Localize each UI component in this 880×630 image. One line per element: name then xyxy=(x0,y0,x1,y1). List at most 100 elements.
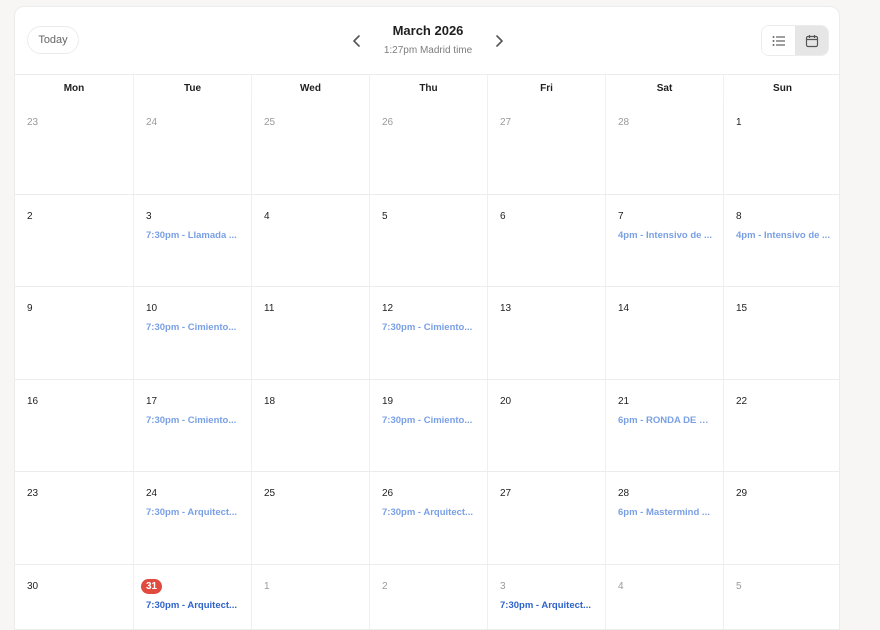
month-title: March 2026 xyxy=(392,23,464,38)
day-cell[interactable]: 25 xyxy=(251,472,369,564)
day-cell[interactable]: 24 xyxy=(133,101,251,194)
day-number: 23 xyxy=(27,488,39,499)
day-cell[interactable]: 5 xyxy=(369,194,487,286)
week-row: 9 10 7:30pm - Cimiento... 11 12 7:30pm - Cimi… xyxy=(15,286,839,379)
day-cell[interactable]: 23 xyxy=(15,101,133,194)
calendar-event[interactable]: 7:30pm - Cimiento... xyxy=(146,322,242,333)
day-cell[interactable]: 7 4pm - Intensivo de ... xyxy=(605,194,723,286)
day-cell[interactable]: 31 7:30pm - Arquitect... xyxy=(133,564,251,629)
calendar-event[interactable]: 7:30pm - Llamada ... xyxy=(146,230,242,241)
day-cell[interactable]: 9 xyxy=(15,287,133,379)
day-number: 1 xyxy=(736,117,742,128)
day-cell[interactable]: 1 xyxy=(723,101,839,194)
day-cell[interactable]: 22 xyxy=(723,379,839,471)
weekday-label: Mon xyxy=(63,82,85,94)
day-cell[interactable]: 26 7:30pm - Arquitect... xyxy=(369,472,487,564)
day-number: 19 xyxy=(382,395,394,407)
day-number: 18 xyxy=(264,395,276,407)
calendar-event[interactable]: 7:30pm - Arquitect... xyxy=(146,507,242,518)
timezone-text: 1:27pm Madrid time xyxy=(383,45,473,56)
day-number: 1 xyxy=(264,580,270,592)
day-cell[interactable]: 2 xyxy=(369,564,487,629)
day-cell[interactable]: 10 7:30pm - Cimiento... xyxy=(133,287,251,379)
day-cell[interactable]: 8 4pm - Intensivo de ... xyxy=(723,194,839,286)
calendar-event[interactable]: 4pm - Intensivo de ... xyxy=(618,230,714,241)
day-cell[interactable]: 3 7:30pm - Llamada ... xyxy=(133,194,251,286)
day-cell[interactable]: 4 xyxy=(251,194,369,286)
calendar-header: Today March 2026 1:27pm Madrid time xyxy=(15,7,839,74)
day-cell[interactable]: 5 xyxy=(723,564,839,629)
week-row: 16 17 7:30pm - Cimiento... 18 19 7:30pm - Cim… xyxy=(15,378,839,472)
day-cell[interactable]: 11 xyxy=(251,287,369,379)
day-number: 28 xyxy=(618,488,630,499)
next-month-button[interactable] xyxy=(491,33,507,49)
day-number: 2 xyxy=(382,580,388,592)
day-cell[interactable]: 27 xyxy=(487,101,605,194)
today-date-badge: 31 xyxy=(141,578,163,594)
day-cell[interactable]: 28 6pm - Mastermind ... xyxy=(605,472,723,564)
day-cell[interactable]: 3 7:30pm - Arquitect... xyxy=(487,564,605,629)
day-number: 26 xyxy=(382,488,394,499)
day-cell[interactable]: 30 xyxy=(15,565,133,630)
day-cell[interactable]: 23 xyxy=(15,472,133,564)
day-number: 26 xyxy=(382,117,394,128)
day-number: 24 xyxy=(146,488,158,499)
month-grid: 23 24 25 26 27 28 1 2 3 7:30pm - Llamada ... 4 5 6 7 4… xyxy=(15,101,839,630)
day-cell[interactable]: 20 xyxy=(487,379,605,471)
day-number: 4 xyxy=(618,580,624,592)
weekday-label: Sun xyxy=(723,75,839,101)
day-cell[interactable]: 1 xyxy=(251,564,369,629)
day-cell[interactable]: 14 xyxy=(605,287,723,379)
day-cell[interactable]: 2 xyxy=(15,195,133,287)
day-number: 15 xyxy=(736,303,748,314)
day-number: 4 xyxy=(264,210,270,222)
day-number: 11 xyxy=(264,303,275,314)
day-number: 25 xyxy=(264,488,276,499)
day-cell[interactable]: 17 7:30pm - Cimiento... xyxy=(133,379,251,471)
day-number: 6 xyxy=(500,210,506,222)
day-cell[interactable]: 27 xyxy=(487,472,605,564)
calendar-event[interactable]: 7:30pm - Cimiento... xyxy=(382,415,478,426)
day-number: 12 xyxy=(382,303,394,314)
calendar-card: Today March 2026 1:27pm Madrid time Mon … xyxy=(14,6,840,630)
day-cell[interactable]: 19 7:30pm - Cimiento... xyxy=(369,379,487,471)
calendar-event[interactable]: 6pm - Mastermind ... xyxy=(618,507,714,518)
month-view-button[interactable] xyxy=(795,26,828,55)
list-view-button[interactable] xyxy=(762,26,795,55)
day-cell[interactable]: 16 xyxy=(15,380,133,472)
day-cell[interactable]: 25 xyxy=(251,101,369,194)
calendar-event[interactable]: 7:30pm - Arquitect... xyxy=(500,600,596,611)
day-number: 8 xyxy=(736,210,742,222)
calendar-event[interactable]: 7:30pm - Cimiento... xyxy=(146,415,242,426)
day-number: 7 xyxy=(618,210,624,222)
day-cell[interactable]: 15 xyxy=(723,287,839,379)
calendar-event[interactable]: 7:30pm - Cimiento... xyxy=(382,322,478,333)
day-cell[interactable]: 4 xyxy=(605,564,723,629)
day-cell[interactable]: 28 xyxy=(605,101,723,194)
today-button[interactable]: Today xyxy=(27,26,79,54)
day-number: 27 xyxy=(500,117,512,128)
day-cell[interactable]: 29 xyxy=(723,472,839,564)
day-cell[interactable]: 6 xyxy=(487,194,605,286)
week-row: 30 31 7:30pm - Arquitect... 1 2 3 7:30pm - Arq… xyxy=(15,563,839,630)
day-cell[interactable]: 21 6pm - RONDA DE Q... xyxy=(605,379,723,471)
calendar-event[interactable]: 4pm - Intensivo de ... xyxy=(736,230,832,241)
day-cell[interactable]: 12 7:30pm - Cimiento... xyxy=(369,287,487,379)
day-number: 3 xyxy=(500,580,506,592)
calendar-event[interactable]: 7:30pm - Arquitect... xyxy=(146,600,242,611)
week-row: 23 24 7:30pm - Arquitect... 25 26 7:30pm - Ar… xyxy=(15,471,839,564)
day-number: 21 xyxy=(618,395,630,407)
calendar-event[interactable]: 6pm - RONDA DE Q... xyxy=(618,415,714,426)
day-number: 5 xyxy=(382,210,388,222)
day-cell[interactable]: 26 xyxy=(369,101,487,194)
day-number: 23 xyxy=(27,117,39,128)
day-number: 9 xyxy=(27,303,33,314)
day-cell[interactable]: 24 7:30pm - Arquitect... xyxy=(133,472,251,564)
calendar-event[interactable]: 7:30pm - Arquitect... xyxy=(382,507,478,518)
day-number: 10 xyxy=(146,303,158,314)
month-title-block: March 2026 1:27pm Madrid time xyxy=(363,23,493,56)
day-cell[interactable]: 13 xyxy=(487,287,605,379)
day-number: 5 xyxy=(736,580,742,592)
day-number: 16 xyxy=(27,395,39,407)
day-cell[interactable]: 18 xyxy=(251,379,369,471)
